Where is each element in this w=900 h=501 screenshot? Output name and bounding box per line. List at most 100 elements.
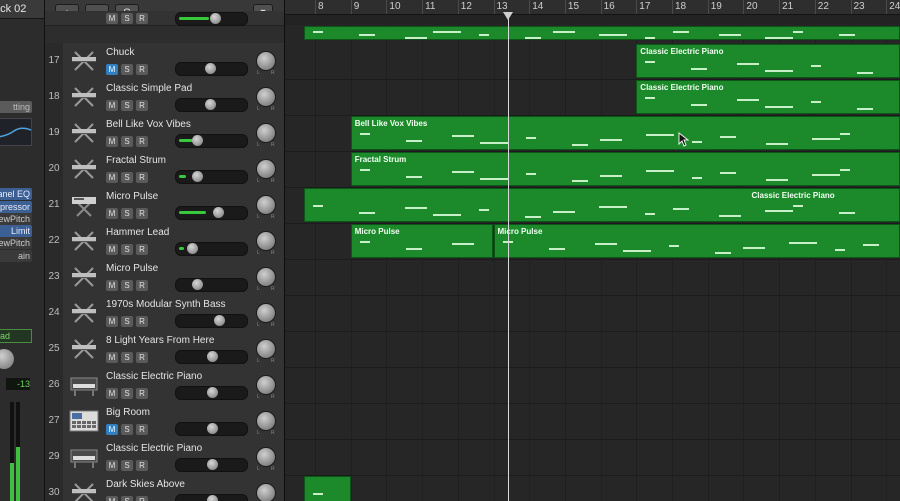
pan-knob[interactable]: LR — [256, 411, 276, 436]
inspector-plugin-slot[interactable]: pressor — [0, 201, 32, 213]
track-lane[interactable] — [285, 475, 900, 501]
mute-button[interactable]: M — [106, 64, 118, 75]
midi-region[interactable]: Micro Pulse — [493, 224, 900, 258]
midi-region[interactable] — [304, 26, 900, 40]
pan-knob[interactable]: LR — [256, 267, 276, 292]
keyboard-stand-icon[interactable] — [69, 300, 99, 326]
solo-button[interactable]: S — [121, 460, 133, 471]
track-name[interactable]: Classic Electric Piano — [106, 443, 202, 454]
solo-button[interactable]: S — [121, 13, 133, 24]
track-lane[interactable] — [285, 259, 900, 296]
track-name[interactable]: Micro Pulse — [106, 263, 158, 274]
mute-button[interactable]: M — [106, 244, 118, 255]
volume-slider[interactable] — [175, 170, 248, 184]
keyboard-stand-icon[interactable] — [69, 48, 99, 74]
midi-region[interactable]: Fractal Strum — [350, 152, 900, 186]
solo-button[interactable]: S — [121, 172, 133, 183]
mute-button[interactable]: M — [106, 136, 118, 147]
midi-region[interactable]: Classic Electric Piano — [636, 80, 900, 114]
midi-region[interactable]: Bell Like Vox Vibes — [350, 116, 900, 150]
track-name[interactable]: Chuck — [106, 47, 134, 58]
track-name[interactable]: Classic Electric Piano — [106, 371, 202, 382]
volume-slider[interactable] — [175, 134, 248, 148]
pan-knob[interactable]: LR — [256, 159, 276, 184]
track-row-partial[interactable]: M S R — [45, 11, 284, 26]
mute-button[interactable]: M — [106, 352, 118, 363]
track-name[interactable]: Classic Simple Pad — [106, 83, 192, 94]
track-row[interactable]: 21 Micro Pulse M S R L R — [45, 187, 284, 224]
volume-thumb[interactable] — [213, 207, 224, 218]
record-button[interactable]: R — [136, 244, 148, 255]
solo-button[interactable]: S — [121, 388, 133, 399]
volume-thumb[interactable] — [205, 99, 216, 110]
inspector-plugin-slot[interactable]: anel EQ — [0, 188, 32, 200]
volume-slider[interactable] — [175, 314, 248, 328]
volume-slider[interactable] — [175, 242, 248, 256]
track-row[interactable]: 22 Hammer Lead M S R L R — [45, 223, 284, 260]
inspector-plugin-slot[interactable]: ewPitch — [0, 213, 32, 225]
record-button[interactable]: R — [136, 496, 148, 501]
bar-ruler[interactable]: 8 9 10 11 12 13 14 15 16 17 18 19 20 21 22 23 24 — [285, 0, 900, 15]
track-lane[interactable] — [285, 367, 900, 404]
inspector-plugin-slot[interactable]: ain — [0, 250, 32, 262]
volume-slider[interactable] — [175, 206, 248, 220]
track-row[interactable]: 26 Classic Electric Piano M S R L R — [45, 367, 284, 404]
pan-knob[interactable]: LR — [256, 483, 276, 501]
electric-piano-icon[interactable] — [69, 444, 99, 470]
pan-knob[interactable]: LR — [256, 339, 276, 364]
mute-button[interactable]: M — [106, 172, 118, 183]
arrange-area[interactable]: 8 9 10 11 12 13 14 15 16 17 18 19 20 21 22 23 24 Classic… — [285, 0, 900, 501]
volume-slider[interactable] — [175, 494, 248, 501]
mute-button[interactable]: M — [106, 496, 118, 501]
record-button[interactable]: R — [136, 388, 148, 399]
volume-thumb[interactable] — [192, 135, 203, 146]
pan-knob[interactable]: LR — [256, 447, 276, 472]
pan-knob[interactable]: LR — [256, 87, 276, 112]
keyboard-stand-icon[interactable] — [69, 336, 99, 362]
track-name[interactable]: Big Room — [106, 407, 150, 418]
solo-button[interactable]: S — [121, 244, 133, 255]
track-lane[interactable] — [285, 439, 900, 476]
volume-slider[interactable] — [175, 458, 248, 472]
inspector-instrument-label[interactable]: ead — [0, 329, 32, 343]
keyboard-stand-icon[interactable] — [69, 156, 99, 182]
inspector-plugin-slot[interactable]: tting — [0, 101, 32, 113]
volume-thumb[interactable] — [207, 351, 218, 362]
volume-thumb[interactable] — [214, 315, 225, 326]
midi-region[interactable]: Micro Pulse — [350, 224, 494, 258]
keyboard-stand-icon[interactable] — [69, 120, 99, 146]
keyboard-stand-icon[interactable] — [69, 228, 99, 254]
record-button[interactable]: R — [136, 136, 148, 147]
track-row[interactable]: 30 Dark Skies Above MSR LR — [45, 475, 284, 501]
volume-thumb[interactable] — [192, 279, 203, 290]
keyboard-stand-icon[interactable] — [69, 84, 99, 110]
mute-button[interactable]: M — [106, 460, 118, 471]
track-name[interactable]: 1970s Modular Synth Bass — [106, 299, 226, 310]
midi-region[interactable]: Classic Electric Piano — [636, 44, 900, 78]
record-button[interactable]: R — [136, 172, 148, 183]
record-button[interactable]: R — [136, 424, 148, 435]
volume-thumb[interactable] — [207, 423, 218, 434]
track-row[interactable]: 29 Classic Electric Piano M S R L R — [45, 439, 284, 476]
inspector-plugin-slot[interactable]: ewPitch — [0, 237, 32, 249]
pan-knob[interactable]: LR — [256, 123, 276, 148]
record-button[interactable]: R — [136, 460, 148, 471]
track-name[interactable]: Dark Skies Above — [106, 479, 185, 490]
solo-button[interactable]: S — [121, 280, 133, 291]
solo-button[interactable]: S — [121, 424, 133, 435]
eq-thumbnail[interactable] — [0, 118, 32, 146]
record-button[interactable]: R — [136, 280, 148, 291]
track-row[interactable]: 23 Micro Pulse M S R L R — [45, 259, 284, 296]
pan-knob[interactable]: LR — [256, 195, 276, 220]
track-row[interactable]: 27 Big Room M S R L R — [45, 403, 284, 440]
midi-region[interactable]: Classic Electric Piano — [304, 188, 900, 222]
pan-knob[interactable]: LR — [256, 375, 276, 400]
volume-slider[interactable] — [175, 386, 248, 400]
solo-button[interactable]: S — [121, 100, 133, 111]
synth-keyboard-icon[interactable] — [69, 192, 99, 218]
volume-thumb[interactable] — [207, 387, 218, 398]
solo-button[interactable]: S — [121, 208, 133, 219]
record-button[interactable]: R — [136, 352, 148, 363]
track-name[interactable]: 8 Light Years From Here — [106, 335, 214, 346]
mute-button[interactable]: M — [106, 388, 118, 399]
